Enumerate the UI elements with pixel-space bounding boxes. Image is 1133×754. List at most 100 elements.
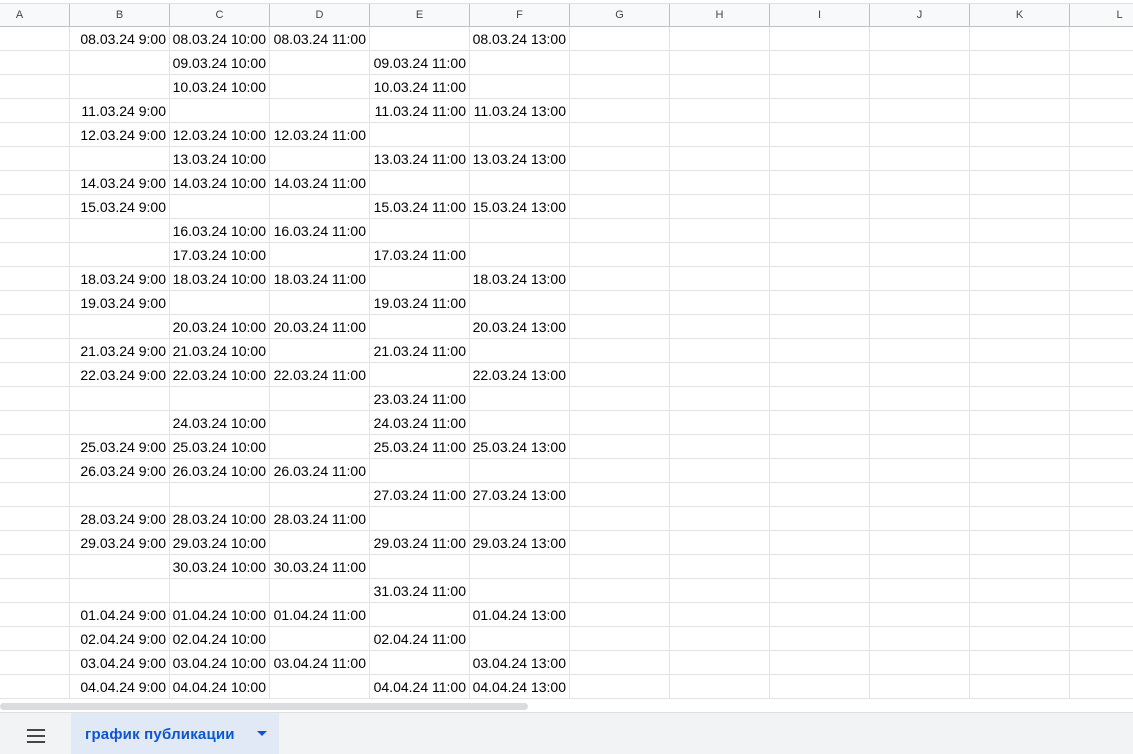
column-header-c[interactable]: C: [170, 4, 270, 26]
cell-j[interactable]: [870, 315, 970, 339]
column-header-k[interactable]: K: [970, 4, 1070, 26]
cell-f[interactable]: [470, 339, 570, 363]
cell-b[interactable]: 14.03.24 9:00: [70, 171, 170, 195]
cell-d[interactable]: [270, 579, 370, 603]
cell-k[interactable]: [970, 75, 1070, 99]
cell-l[interactable]: [1070, 267, 1133, 291]
cell-l[interactable]: [1070, 435, 1133, 459]
cell-d[interactable]: [270, 435, 370, 459]
cell-i[interactable]: [770, 627, 870, 651]
cell-a[interactable]: [0, 579, 70, 603]
cell-g[interactable]: [570, 219, 670, 243]
cell-k[interactable]: [970, 291, 1070, 315]
cell-h[interactable]: [670, 147, 770, 171]
cell-h[interactable]: [670, 603, 770, 627]
cell-l[interactable]: [1070, 291, 1133, 315]
cell-e[interactable]: 24.03.24 11:00: [370, 411, 470, 435]
cell-b[interactable]: 11.03.24 9:00: [70, 99, 170, 123]
cell-c[interactable]: 01.04.24 10:00: [170, 603, 270, 627]
cell-g[interactable]: [570, 627, 670, 651]
cell-d[interactable]: [270, 147, 370, 171]
all-sheets-button[interactable]: [16, 722, 56, 750]
cell-i[interactable]: [770, 675, 870, 699]
cell-e[interactable]: 25.03.24 11:00: [370, 435, 470, 459]
cell-k[interactable]: [970, 99, 1070, 123]
cell-l[interactable]: [1070, 507, 1133, 531]
cell-i[interactable]: [770, 123, 870, 147]
cell-a[interactable]: [0, 75, 70, 99]
cell-b[interactable]: [70, 555, 170, 579]
cell-e[interactable]: [370, 507, 470, 531]
cell-l[interactable]: [1070, 243, 1133, 267]
cell-d[interactable]: 22.03.24 11:00: [270, 363, 370, 387]
cell-l[interactable]: [1070, 387, 1133, 411]
cell-k[interactable]: [970, 243, 1070, 267]
column-header-e[interactable]: E: [370, 4, 470, 26]
cell-g[interactable]: [570, 27, 670, 51]
cell-b[interactable]: [70, 579, 170, 603]
cell-k[interactable]: [970, 507, 1070, 531]
cell-e[interactable]: 23.03.24 11:00: [370, 387, 470, 411]
cell-i[interactable]: [770, 27, 870, 51]
cell-l[interactable]: [1070, 315, 1133, 339]
cell-c[interactable]: 02.04.24 10:00: [170, 627, 270, 651]
cell-e[interactable]: 11.03.24 11:00: [370, 99, 470, 123]
cell-h[interactable]: [670, 291, 770, 315]
cell-h[interactable]: [670, 483, 770, 507]
cell-e[interactable]: [370, 603, 470, 627]
cell-h[interactable]: [670, 195, 770, 219]
cell-c[interactable]: 13.03.24 10:00: [170, 147, 270, 171]
cell-b[interactable]: 19.03.24 9:00: [70, 291, 170, 315]
cell-e[interactable]: [370, 459, 470, 483]
cell-g[interactable]: [570, 507, 670, 531]
cell-i[interactable]: [770, 147, 870, 171]
cell-j[interactable]: [870, 51, 970, 75]
cell-j[interactable]: [870, 627, 970, 651]
cell-f[interactable]: 04.04.24 13:00: [470, 675, 570, 699]
cell-j[interactable]: [870, 147, 970, 171]
cell-c[interactable]: 26.03.24 10:00: [170, 459, 270, 483]
cell-l[interactable]: [1070, 651, 1133, 675]
cell-a[interactable]: [0, 363, 70, 387]
cell-k[interactable]: [970, 387, 1070, 411]
cell-j[interactable]: [870, 123, 970, 147]
cell-j[interactable]: [870, 291, 970, 315]
cell-f[interactable]: 13.03.24 13:00: [470, 147, 570, 171]
cell-f[interactable]: 27.03.24 13:00: [470, 483, 570, 507]
cell-d[interactable]: [270, 531, 370, 555]
caret-down-icon[interactable]: [257, 731, 267, 736]
cell-j[interactable]: [870, 339, 970, 363]
cell-l[interactable]: [1070, 459, 1133, 483]
cell-g[interactable]: [570, 171, 670, 195]
cell-d[interactable]: [270, 339, 370, 363]
cell-a[interactable]: [0, 27, 70, 51]
cell-a[interactable]: [0, 267, 70, 291]
cell-f[interactable]: [470, 75, 570, 99]
cell-c[interactable]: [170, 99, 270, 123]
cell-i[interactable]: [770, 339, 870, 363]
cell-a[interactable]: [0, 387, 70, 411]
cell-b[interactable]: 28.03.24 9:00: [70, 507, 170, 531]
cell-g[interactable]: [570, 603, 670, 627]
cell-l[interactable]: [1070, 675, 1133, 699]
cell-e[interactable]: 29.03.24 11:00: [370, 531, 470, 555]
cell-e[interactable]: [370, 555, 470, 579]
cell-d[interactable]: 08.03.24 11:00: [270, 27, 370, 51]
cell-f[interactable]: [470, 459, 570, 483]
cell-c[interactable]: 29.03.24 10:00: [170, 531, 270, 555]
cell-d[interactable]: 30.03.24 11:00: [270, 555, 370, 579]
cell-d[interactable]: [270, 51, 370, 75]
cell-g[interactable]: [570, 291, 670, 315]
cell-j[interactable]: [870, 171, 970, 195]
cell-k[interactable]: [970, 603, 1070, 627]
cell-c[interactable]: 28.03.24 10:00: [170, 507, 270, 531]
cell-i[interactable]: [770, 579, 870, 603]
cell-k[interactable]: [970, 675, 1070, 699]
cell-e[interactable]: [370, 363, 470, 387]
cell-j[interactable]: [870, 507, 970, 531]
cell-a[interactable]: [0, 483, 70, 507]
cell-i[interactable]: [770, 555, 870, 579]
cell-g[interactable]: [570, 651, 670, 675]
cell-l[interactable]: [1070, 27, 1133, 51]
cell-e[interactable]: [370, 123, 470, 147]
